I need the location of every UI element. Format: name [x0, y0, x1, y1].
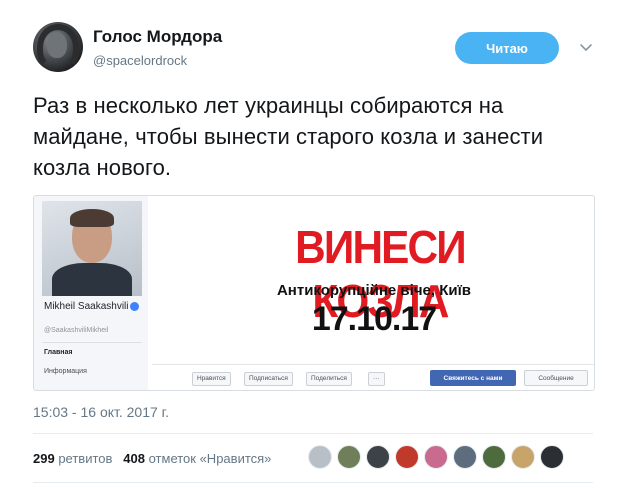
liker-avatar[interactable] [308, 445, 332, 469]
liker-avatar[interactable] [482, 445, 506, 469]
fb-profile-photo [42, 201, 142, 296]
divider [33, 433, 593, 434]
liker-avatar[interactable] [511, 445, 535, 469]
retweets-label: ретвитов [58, 451, 113, 466]
liker-avatar[interactable] [337, 445, 361, 469]
fb-action-bar: Нравится Подписаться Поделиться ··· Свяж… [152, 364, 594, 390]
tweet-header: Голос Мордора @spacelordrock Читаю [33, 22, 593, 74]
liker-avatar[interactable] [366, 445, 390, 469]
tweet-timestamp[interactable]: 15:03 - 16 окт. 2017 г. [33, 404, 169, 420]
fb-profile-sidebar: Mikheil Saakashvili @SaakashviliMikheil … [34, 196, 148, 390]
avatar-face-shape [47, 32, 67, 58]
verified-badge-icon [130, 301, 140, 311]
fb-contact-button: Свяжитесь с нами [430, 370, 516, 386]
retweets-count: 299 [33, 451, 55, 466]
liker-avatar[interactable] [453, 445, 477, 469]
fb-nav-info: Информация [44, 368, 87, 375]
tweet-text: Раз в несколько лет украинцы собираются … [33, 93, 544, 180]
liker-avatar[interactable] [424, 445, 448, 469]
fb-message-button: Сообщение [524, 370, 588, 386]
likes-label: отметок «Нравится» [148, 451, 272, 466]
fb-profile-name: Mikheil Saakashvili [44, 301, 144, 313]
fb-follow-button: Подписаться [244, 372, 293, 386]
likes-stat[interactable]: 408 отметок «Нравится» [123, 451, 271, 466]
liker-avatar[interactable] [540, 445, 564, 469]
fb-share-button: Поделиться [306, 372, 352, 386]
likes-count: 408 [123, 451, 145, 466]
divider [33, 482, 593, 483]
tweet-stats: 299 ретвитов 408 отметок «Нравится» [33, 451, 271, 466]
cover-subline: Антикорупційне віче, Київ [276, 282, 472, 299]
account-handle[interactable]: @spacelordrock [93, 53, 187, 68]
liker-avatars [308, 445, 569, 473]
fb-cover: ВИНЕСИ КОЗЛА Антикорупційне віче, Київ 1… [152, 196, 594, 366]
fb-nav-home: Главная [44, 349, 73, 356]
liker-avatar[interactable] [395, 445, 419, 469]
fb-like-button: Нравится [192, 372, 231, 386]
cover-date: 17.10.17 [311, 300, 437, 338]
tweet-media-image[interactable]: Mikheil Saakashvili @SaakashviliMikheil … [33, 195, 595, 391]
fb-more-button: ··· [368, 372, 385, 386]
following-button[interactable]: Читаю [455, 32, 559, 64]
fb-profile-handle: @SaakashviliMikheil [44, 327, 109, 334]
divider [42, 342, 142, 343]
chevron-down-icon[interactable] [578, 39, 594, 55]
avatar[interactable] [33, 22, 83, 72]
account-name[interactable]: Голос Мордора [93, 27, 222, 47]
retweets-stat[interactable]: 299 ретвитов [33, 451, 112, 466]
